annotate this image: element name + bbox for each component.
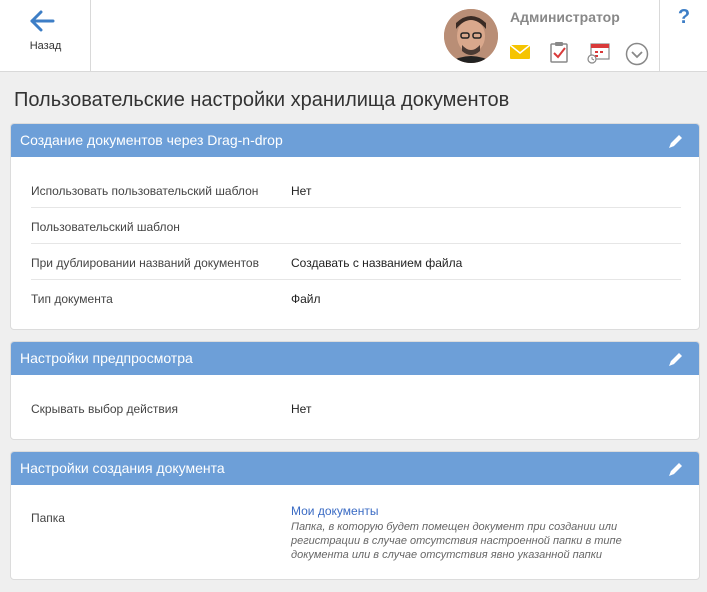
panel-header: Настройки предпросмотра	[11, 342, 699, 375]
panel-drag-n-drop: Создание документов через Drag-n-drop Ис…	[10, 123, 700, 330]
setting-label: Использовать пользовательский шаблон	[31, 184, 259, 198]
setting-value: Нет	[291, 402, 312, 416]
setting-row: Использовать пользовательский шаблон Нет	[31, 172, 681, 208]
setting-value: Нет	[291, 184, 312, 198]
panel-title: Настройки предпросмотра	[20, 350, 193, 366]
setting-row: Тип документа Файл	[31, 280, 681, 316]
page-title: Пользовательские настройки хранилища док…	[14, 89, 510, 111]
user-name[interactable]: Администратор	[510, 9, 620, 25]
arrow-left-icon	[30, 10, 55, 32]
setting-value: Создавать с названием файла	[291, 256, 463, 270]
panel-title: Настройки создания документа	[20, 460, 225, 476]
avatar-image	[444, 9, 498, 63]
pencil-icon[interactable]	[667, 460, 685, 478]
setting-row: Папка Мои документы Папка, в которую буд…	[31, 500, 681, 570]
panel-document-creation: Настройки создания документа Папка Мои д…	[10, 451, 700, 580]
setting-label: Папка	[31, 511, 65, 525]
panel-preview: Настройки предпросмотра Скрывать выбор д…	[10, 341, 700, 440]
setting-row: Скрывать выбор действия Нет	[31, 390, 681, 426]
setting-label: Тип документа	[31, 292, 113, 306]
setting-row: При дублировании названий документов Соз…	[31, 244, 681, 280]
folder-link[interactable]: Мои документы	[291, 504, 669, 518]
back-button[interactable]: Назад	[0, 0, 91, 72]
back-label: Назад	[29, 40, 62, 52]
panel-header: Настройки создания документа	[11, 452, 699, 485]
folder-note: Папка, в которую будет помещен документ …	[291, 521, 622, 561]
panel-title: Создание документов через Drag-n-drop	[20, 132, 283, 148]
setting-label: При дублировании названий документов	[31, 256, 259, 270]
pencil-icon[interactable]	[667, 132, 685, 150]
setting-label: Пользовательский шаблон	[31, 220, 180, 234]
avatar[interactable]	[444, 9, 498, 63]
setting-value: Файл	[291, 292, 321, 306]
setting-value: Мои документы Папка, в которую будет пом…	[291, 504, 669, 562]
help-button[interactable]: ?	[659, 0, 707, 72]
setting-row: Пользовательский шаблон	[31, 208, 681, 244]
chevron-down-icon[interactable]	[625, 42, 649, 71]
help-label: ?	[677, 6, 691, 28]
panel-header: Создание документов через Drag-n-drop	[11, 124, 699, 157]
task-icon[interactable]	[550, 41, 568, 68]
top-bar: Назад Администратор ?	[0, 0, 707, 72]
calendar-icon[interactable]	[587, 43, 611, 70]
pencil-icon[interactable]	[667, 350, 685, 368]
setting-label: Скрывать выбор действия	[31, 402, 178, 416]
mail-icon[interactable]	[509, 44, 531, 64]
